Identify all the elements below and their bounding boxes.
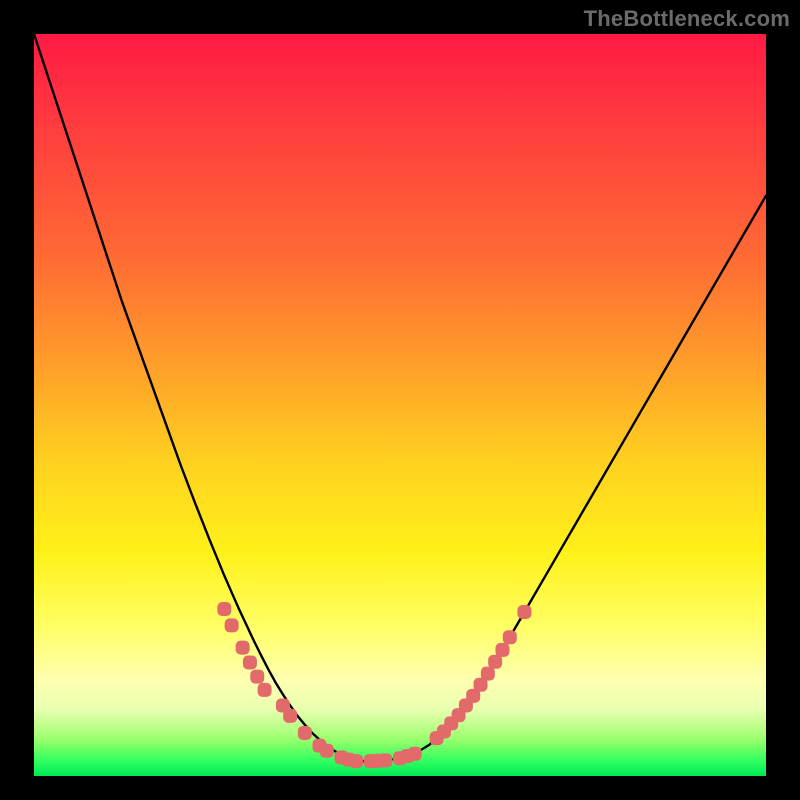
- chart-marker: [495, 643, 509, 657]
- chart-marker: [378, 753, 392, 767]
- chart-frame: TheBottleneck.com: [0, 0, 800, 800]
- chart-marker: [408, 747, 422, 761]
- chart-marker: [217, 602, 231, 616]
- chart-marker: [236, 641, 250, 655]
- chart-marker: [517, 605, 531, 619]
- chart-marker: [243, 655, 257, 669]
- chart-marker: [320, 744, 334, 758]
- chart-curve-group: [34, 34, 766, 761]
- bottleneck-curve: [34, 34, 766, 761]
- chart-marker: [503, 630, 517, 644]
- chart-markers-group: [217, 602, 531, 768]
- chart-marker: [250, 670, 264, 684]
- chart-marker: [283, 709, 297, 723]
- watermark-text: TheBottleneck.com: [584, 6, 790, 32]
- chart-marker: [298, 726, 312, 740]
- chart-marker: [258, 683, 272, 697]
- chart-svg: [34, 34, 766, 776]
- chart-plot-area: [34, 34, 766, 776]
- chart-marker: [225, 618, 239, 632]
- chart-marker: [349, 754, 363, 768]
